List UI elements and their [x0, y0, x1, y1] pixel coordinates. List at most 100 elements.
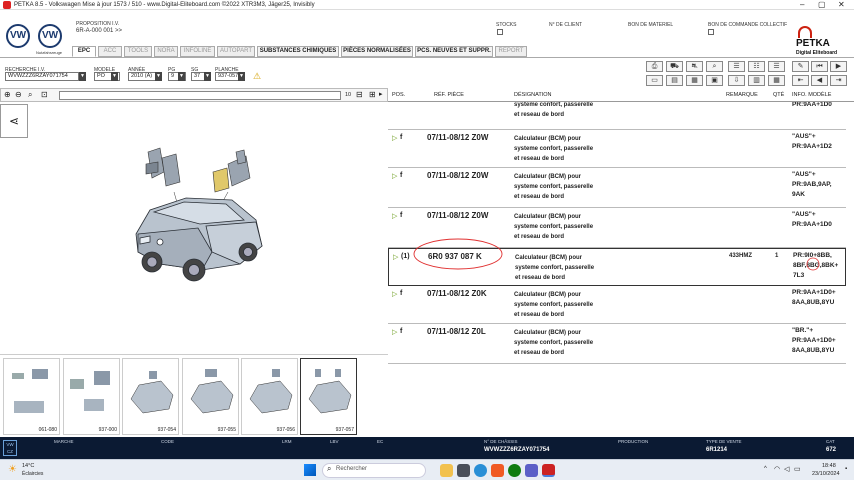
cart-icon[interactable]: ⛟	[666, 61, 683, 72]
tab-epc[interactable]: EPC	[72, 46, 96, 57]
edge-icon[interactable]	[474, 464, 487, 477]
tab-tools[interactable]: TOOLS	[124, 46, 152, 57]
minimize-icon[interactable]: –	[800, 0, 804, 9]
zoom-out-icon[interactable]: ⊖	[15, 90, 22, 99]
pin-icon[interactable]: ✎	[792, 61, 809, 72]
col-pos[interactable]: POS.	[392, 88, 405, 102]
close-icon[interactable]: ✕	[838, 0, 845, 9]
proposition-value[interactable]: 6R-A-000 001 >>	[76, 28, 122, 34]
view-icon[interactable]: ▭	[646, 75, 663, 86]
table-row[interactable]: systeme confort, passerelle et reseau de…	[388, 102, 846, 130]
next-page-icon[interactable]: ▶	[830, 61, 847, 72]
tab-pieces-normalisees[interactable]: PIÈCES NORMALISÉES	[341, 46, 413, 57]
expand-arrow-icon[interactable]: ▷	[392, 212, 397, 220]
annee-dropdown[interactable]: ▼	[155, 72, 162, 81]
thumbnail-937-054[interactable]: 937-054	[122, 358, 179, 435]
expand-arrow-icon[interactable]: ▷	[392, 290, 397, 298]
first-page-icon[interactable]: ⏮	[811, 61, 828, 72]
weather-temp[interactable]: 14°C	[22, 463, 34, 469]
print-icon[interactable]: ⎙	[646, 61, 663, 72]
brave-icon[interactable]	[491, 464, 504, 477]
tab-acc[interactable]: ACC	[98, 46, 122, 57]
zoom-fit-icon[interactable]: ⌕	[28, 90, 32, 100]
calc-icon[interactable]: ▥	[748, 75, 765, 86]
taskview-icon[interactable]	[457, 464, 470, 477]
car-icon[interactable]: ⛐	[686, 61, 703, 72]
layout-icon[interactable]: ⊞	[369, 90, 376, 99]
expand-arrow-icon[interactable]: ▷	[392, 328, 397, 336]
clock-time[interactable]: 18:48	[822, 463, 836, 469]
table-icon[interactable]: ▦	[768, 75, 785, 86]
modele-dropdown[interactable]: ▼	[111, 72, 118, 81]
notification-icon[interactable]: ▪	[845, 466, 847, 472]
col-ref[interactable]: RÉF. PIÈCE	[434, 88, 464, 102]
recherche-input[interactable]: WVWZZZ6RZAY071754	[5, 72, 79, 81]
row-ref[interactable]: 07/11-08/12 Z0W	[427, 133, 488, 142]
thumbnail-937-000[interactable]: 937-000	[63, 358, 120, 435]
prev-icon[interactable]: ◀	[811, 75, 828, 86]
col-designation[interactable]: DÉSIGNATION	[514, 88, 552, 102]
weather-desc[interactable]: Éclaircies	[22, 471, 43, 477]
store-icon[interactable]	[525, 464, 538, 477]
tab-substances-chimiques[interactable]: SUBSTANCES CHIMIQUES	[257, 46, 339, 57]
row-ref[interactable]: 07/11-08/12 Z0K	[427, 289, 487, 298]
note-icon[interactable]: ▣	[706, 75, 723, 86]
row-ref[interactable]: 07/11-08/12 Z0W	[427, 171, 488, 180]
doc-icon[interactable]: ▦	[686, 75, 703, 86]
thumbnail-937-057[interactable]: 937-057	[300, 358, 357, 435]
zoom-reset-icon[interactable]: ⊡	[41, 90, 48, 99]
list-icon[interactable]: ☰	[728, 61, 745, 72]
last-icon[interactable]: ⇥	[830, 75, 847, 86]
tab-autopart[interactable]: AUTOPART	[217, 46, 255, 57]
table-row[interactable]: ▷ f 07/11-08/12 Z0W Calculateur (BCM) pour …	[388, 130, 846, 168]
taskbar-search-text[interactable]: Rechercher	[336, 466, 367, 472]
clock-date[interactable]: 23/10/2024	[812, 471, 840, 477]
share-button[interactable]: ⋖	[0, 104, 28, 138]
col-remarque[interactable]: REMARQUE	[726, 88, 758, 102]
row-ref[interactable]: 07/11-08/12 Z0L	[427, 327, 486, 336]
export-icon[interactable]: ⇩	[728, 75, 745, 86]
weather-icon[interactable]: ☀	[8, 464, 17, 475]
expand-arrow-icon[interactable]: ▷	[392, 172, 397, 180]
bon-commande-checkbox[interactable]	[708, 29, 714, 35]
tab-report[interactable]: REPORT	[495, 46, 527, 57]
thumbnail-937-056[interactable]: 937-056	[241, 358, 298, 435]
stocks-checkbox[interactable]	[497, 29, 503, 35]
first-icon[interactable]: ⇤	[792, 75, 809, 86]
petka-taskbar-icon[interactable]	[542, 464, 555, 477]
tab-pcs-neuves[interactable]: PCS. NEUVES ET SUPPR.	[415, 46, 493, 57]
expand-arrow-icon[interactable]: ▷	[392, 134, 397, 142]
pg-dropdown[interactable]: ▼	[178, 72, 185, 81]
thumbnail-937-055[interactable]: 937-055	[182, 358, 239, 435]
car-illustration[interactable]	[0, 102, 388, 354]
xbox-icon[interactable]	[508, 464, 521, 477]
battery-icon[interactable]: ▭	[794, 465, 801, 473]
list2-icon[interactable]: ☷	[748, 61, 765, 72]
planche-dropdown[interactable]: ▼	[238, 72, 245, 81]
tab-infoline[interactable]: INFOLINE	[180, 46, 215, 57]
row-ref[interactable]: 07/11-08/12 Z0W	[427, 211, 488, 220]
expand-icon[interactable]: ▸	[379, 90, 383, 98]
warning-icon[interactable]: ⚠	[253, 71, 261, 82]
drawing-icon[interactable]: ▤	[666, 75, 683, 86]
tray-chevron-icon[interactable]: ^	[764, 466, 767, 472]
table-row[interactable]: ▷ f 07/11-08/12 Z0W Calculateur (BCM) pour …	[388, 168, 846, 208]
list3-icon[interactable]: ☰	[768, 61, 785, 72]
wifi-icon[interactable]: ◠	[774, 465, 780, 473]
search-part-icon[interactable]: ⌕	[706, 61, 723, 72]
table-row[interactable]: ▷ f 07/11-08/12 Z0K Calculateur (BCM) pour …	[388, 286, 846, 324]
windows-start-icon[interactable]	[304, 464, 316, 476]
tab-nora[interactable]: NORA	[154, 46, 178, 57]
explorer-icon[interactable]	[440, 464, 453, 477]
col-qte[interactable]: QTÉ	[773, 88, 784, 102]
search-input[interactable]	[59, 91, 341, 100]
filter-icon[interactable]: ⊟	[356, 90, 363, 99]
sg-dropdown[interactable]: ▼	[204, 72, 211, 81]
thumbnail-061-080[interactable]: 061-080	[3, 358, 60, 435]
volume-icon[interactable]: ◁	[784, 465, 789, 473]
expand-arrow-icon[interactable]: ▷	[393, 253, 398, 261]
col-info[interactable]: INFO. MODÈLE	[792, 88, 831, 102]
recherche-dropdown[interactable]: ▼	[79, 72, 86, 81]
maximize-icon[interactable]: ▢	[818, 0, 826, 9]
table-row[interactable]: ▷ f 07/11-08/12 Z0L Calculateur (BCM) pour …	[388, 324, 846, 364]
